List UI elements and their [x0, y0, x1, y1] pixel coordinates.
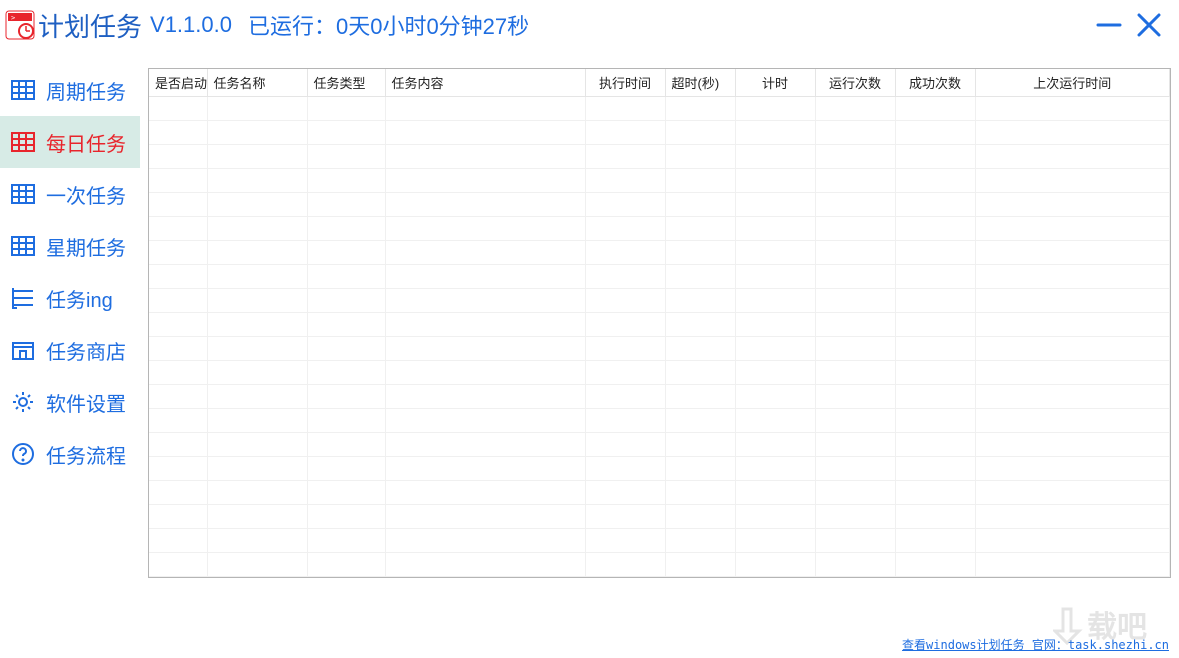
sidebar-item-periodic[interactable]: 周期任务	[0, 64, 140, 116]
table-row[interactable]	[149, 145, 1170, 169]
sidebar-item-label: 周期任务	[46, 76, 126, 105]
table-row[interactable]	[149, 193, 1170, 217]
col-last-run[interactable]: 上次运行时间	[975, 69, 1170, 97]
sidebar-item-label: 任务商店	[46, 336, 126, 365]
minimize-button[interactable]	[1089, 5, 1129, 45]
table-row[interactable]	[149, 265, 1170, 289]
sidebar-item-label: 任务ing	[46, 284, 113, 313]
sidebar-item-settings[interactable]: 软件设置	[0, 376, 140, 428]
col-content[interactable]: 任务内容	[385, 69, 585, 97]
col-timeout[interactable]: 超时(秒)	[665, 69, 735, 97]
grid-icon	[10, 77, 36, 103]
gear-icon	[10, 389, 36, 415]
sidebar-item-running[interactable]: 任务ing	[0, 272, 140, 324]
table-row[interactable]	[149, 169, 1170, 193]
titlebar: >_ 计划任务 V1.1.0.0 已运行：0天0小时0分钟27秒	[0, 0, 1179, 50]
store-icon	[10, 337, 36, 363]
close-button[interactable]	[1129, 5, 1169, 45]
table-row[interactable]	[149, 241, 1170, 265]
sidebar-item-label: 任务流程	[46, 440, 126, 469]
sidebar-item-label: 星期任务	[46, 232, 126, 261]
sidebar-item-label: 软件设置	[46, 388, 126, 417]
table-row[interactable]	[149, 289, 1170, 313]
table-row[interactable]	[149, 433, 1170, 457]
col-success-count[interactable]: 成功次数	[895, 69, 975, 97]
sidebar-item-store[interactable]: 任务商店	[0, 324, 140, 376]
table-row[interactable]	[149, 361, 1170, 385]
app-icon: >_	[4, 9, 36, 41]
table-row[interactable]	[149, 385, 1170, 409]
col-timer[interactable]: 计时	[735, 69, 815, 97]
app-version: V1.1.0.0	[150, 12, 232, 38]
uptime-text: 已运行：0天0小时0分钟27秒	[248, 9, 529, 41]
app-title: 计划任务	[38, 7, 142, 44]
table-row[interactable]	[149, 313, 1170, 337]
table-row[interactable]	[149, 529, 1170, 553]
help-icon	[10, 441, 36, 467]
sidebar-item-daily[interactable]: 每日任务	[0, 116, 140, 168]
sidebar-item-flow[interactable]: 任务流程	[0, 428, 140, 480]
main-panel: 是否启动 任务名称 任务类型 任务内容 执行时间 超时(秒) 计时 运行次数 成…	[140, 50, 1179, 650]
table-row[interactable]	[149, 409, 1170, 433]
grid-icon	[10, 233, 36, 259]
table-row[interactable]	[149, 121, 1170, 145]
task-table[interactable]: 是否启动 任务名称 任务类型 任务内容 执行时间 超时(秒) 计时 运行次数 成…	[148, 68, 1171, 578]
sidebar-item-label: 每日任务	[46, 128, 126, 157]
table-row[interactable]	[149, 337, 1170, 361]
sidebar-item-weekly[interactable]: 星期任务	[0, 220, 140, 272]
sidebar-item-label: 一次任务	[46, 180, 126, 209]
col-exec-time[interactable]: 执行时间	[585, 69, 665, 97]
table-row[interactable]	[149, 553, 1170, 577]
table-row[interactable]	[149, 457, 1170, 481]
table-row[interactable]	[149, 481, 1170, 505]
table-row[interactable]	[149, 505, 1170, 529]
svg-text:>_: >_	[11, 14, 20, 22]
table-header-row: 是否启动 任务名称 任务类型 任务内容 执行时间 超时(秒) 计时 运行次数 成…	[149, 69, 1170, 97]
col-type[interactable]: 任务类型	[307, 69, 385, 97]
col-enabled[interactable]: 是否启动	[149, 69, 207, 97]
table-row[interactable]	[149, 97, 1170, 121]
table-row[interactable]	[149, 217, 1170, 241]
col-name[interactable]: 任务名称	[207, 69, 307, 97]
footer-link[interactable]: 查看windows计划任务 官网：task.shezhi.cn	[902, 636, 1169, 653]
list-icon	[10, 285, 36, 311]
sidebar: 周期任务 每日任务 一次任务 星期任务 任务ing 任务商店 软件设置	[0, 50, 140, 650]
grid-icon	[10, 181, 36, 207]
col-run-count[interactable]: 运行次数	[815, 69, 895, 97]
grid-icon	[10, 129, 36, 155]
sidebar-item-once[interactable]: 一次任务	[0, 168, 140, 220]
